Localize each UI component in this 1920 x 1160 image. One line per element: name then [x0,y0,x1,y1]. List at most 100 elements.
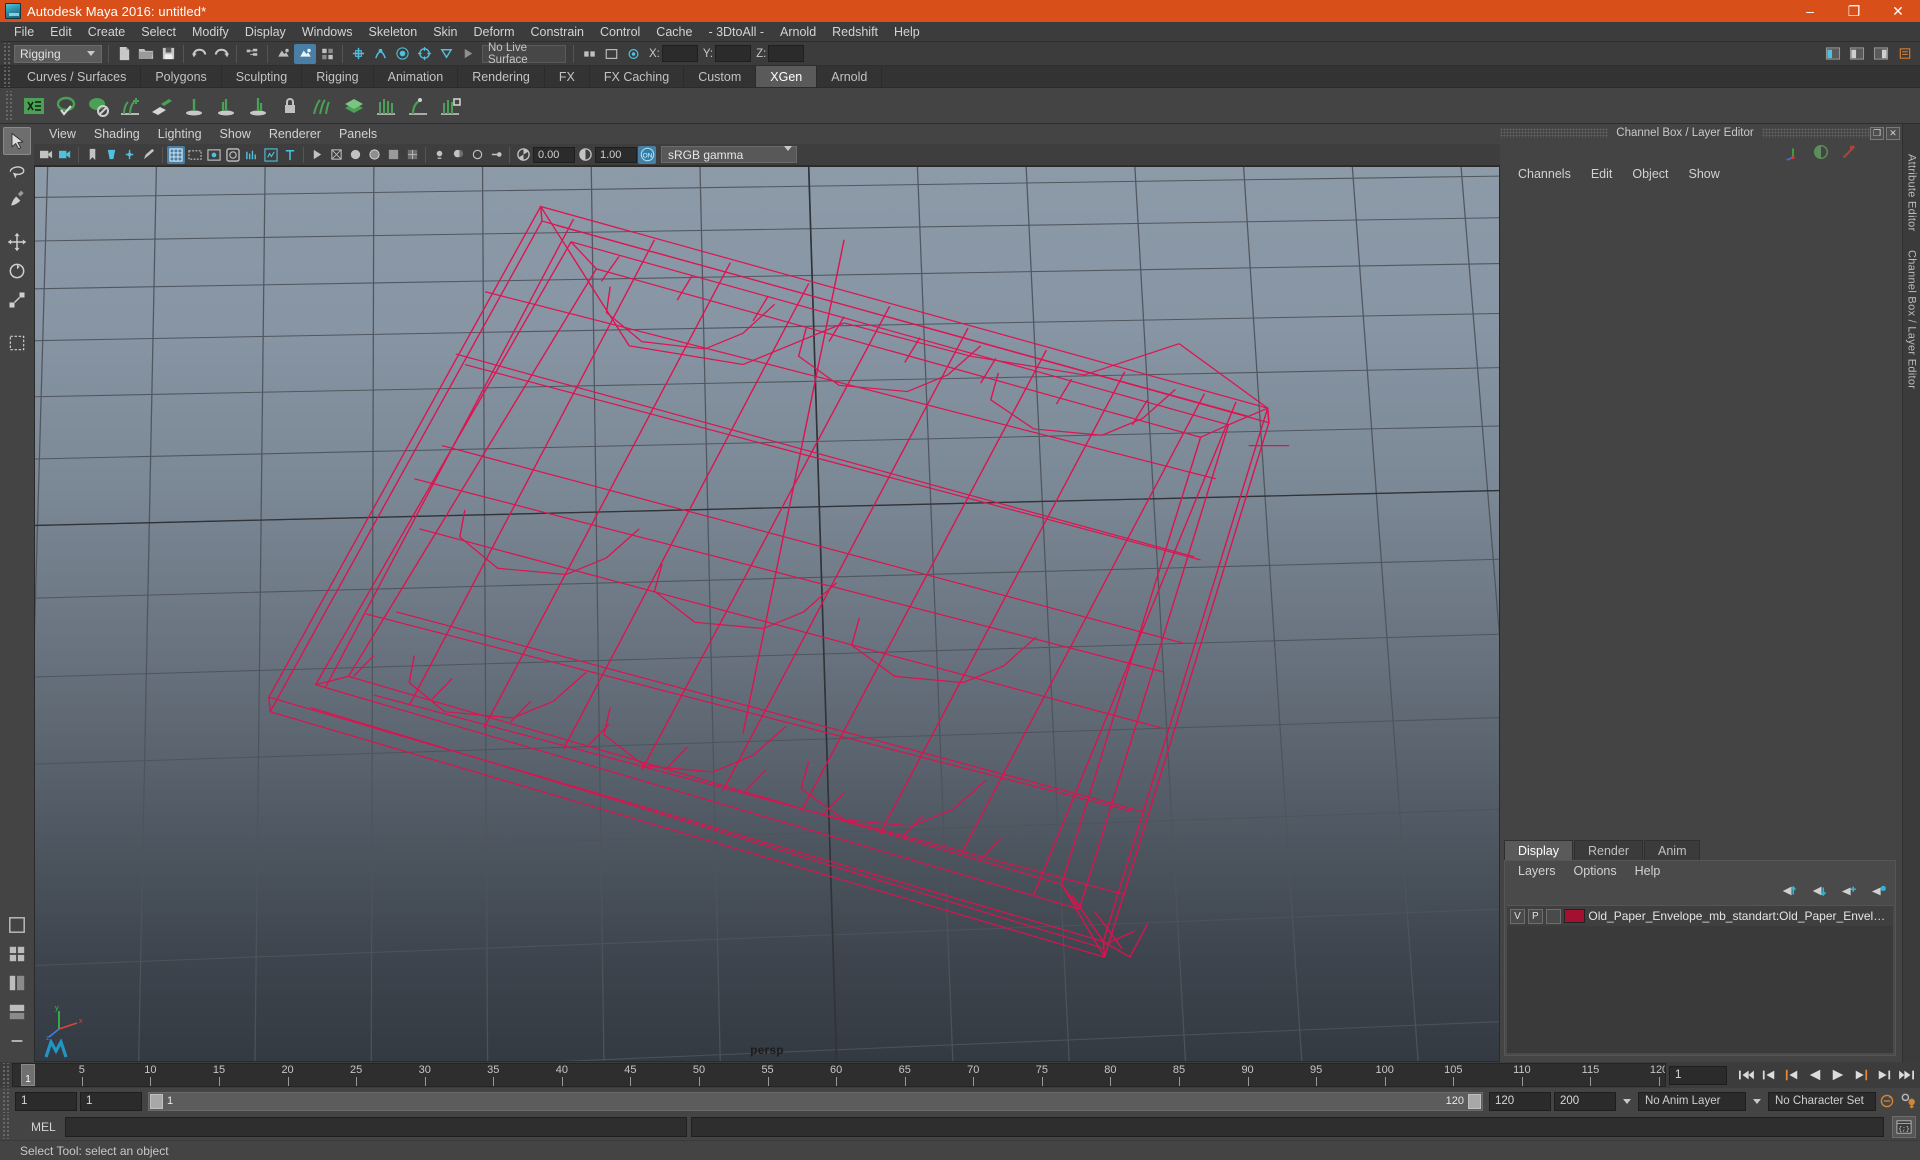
perspective-viewport[interactable]: y x z persp [34,166,1500,1062]
coord-y-field[interactable] [715,45,752,62]
status-line-grip[interactable] [2,42,11,65]
viewport-menu-lighting[interactable]: Lighting [149,124,211,144]
exposure-field[interactable]: 0.00 [533,146,575,163]
animation-start-field[interactable]: 1 [15,1091,77,1111]
go-to-end-button[interactable] [1896,1065,1917,1086]
half-circle-toggle-icon[interactable] [1812,143,1830,164]
command-output-field[interactable] [691,1117,1884,1137]
menu-set-selector[interactable]: Rigging [14,44,102,63]
step-back-frame-button[interactable] [1781,1065,1802,1086]
maximize-button[interactable]: ❐ [1832,0,1876,22]
menu-skin[interactable]: Skin [425,22,465,42]
move-layer-down-button[interactable] [1809,884,1827,901]
tab-anim-layers[interactable]: Anim [1644,840,1701,860]
shelf-tab-rigging[interactable]: Rigging [302,66,374,87]
xgen-sculpt-guide-icon[interactable] [403,91,433,121]
xgen-collection-icon[interactable] [339,91,369,121]
xgen-editor-icon[interactable] [19,91,49,121]
shading-wireframe-icon[interactable] [327,146,345,164]
tab-render-layers[interactable]: Render [1574,840,1643,860]
undo-button[interactable] [188,44,210,64]
menu-redshift[interactable]: Redshift [824,22,886,42]
command-language-label[interactable]: MEL [17,1120,61,1134]
range-end-handle[interactable] [1468,1093,1481,1109]
layer-list[interactable]: V P Old_Paper_Envelope_mb_standart:Old_P… [1507,905,1893,1053]
show-channel-box-button[interactable] [1870,44,1892,64]
live-surface-field[interactable]: No Live Surface [482,42,566,66]
render-current-frame-button[interactable] [600,44,622,64]
xgen-clump-icon[interactable] [307,91,337,121]
shelf-tab-polygons[interactable]: Polygons [141,66,222,87]
open-scene-button[interactable] [135,44,157,64]
xgen-convert-to-polygons-icon[interactable] [435,91,465,121]
menu-create[interactable]: Create [80,22,134,42]
shelf-tab-rendering[interactable]: Rendering [458,66,545,87]
redo-button[interactable] [210,44,232,64]
grease-pencil-icon[interactable] [140,146,158,164]
anim-layer-field[interactable]: No Anim Layer [1638,1091,1746,1111]
menu-3dtoall[interactable]: - 3DtoAll - [700,22,772,42]
channelbox-menu-show[interactable]: Show [1679,164,1730,184]
tab-display-layers[interactable]: Display [1504,840,1573,860]
channelbox-menu-edit[interactable]: Edit [1581,164,1623,184]
command-line-grip[interactable] [1,1115,10,1139]
range-start-field[interactable]: 1 [80,1091,142,1111]
channel-box-content[interactable] [1500,184,1902,840]
textured-icon[interactable] [403,146,421,164]
layer-display-type-toggle[interactable] [1545,908,1561,924]
move-layer-up-button[interactable] [1779,884,1797,901]
create-layer-from-selected-button[interactable] [1869,884,1887,901]
shading-smooth-icon[interactable] [346,146,364,164]
viewport-menu-panels[interactable]: Panels [330,124,386,144]
xgen-guides-icon[interactable] [371,91,401,121]
xgen-groom-brush-icon[interactable] [179,91,209,121]
gate-mask-icon[interactable] [224,146,242,164]
current-frame-field[interactable]: 1 [1669,1065,1727,1085]
select-by-component-mode-button[interactable] [316,44,338,64]
speed-ramp-icon[interactable] [1840,143,1858,164]
step-back-keyframe-button[interactable] [1758,1065,1779,1086]
quick-layout-outliner-persp-button[interactable] [3,969,31,997]
exposure-icon[interactable] [262,146,280,164]
show-attribute-editor-button[interactable] [1822,44,1844,64]
minimize-button[interactable]: – [1788,0,1832,22]
menu-skeleton[interactable]: Skeleton [361,22,426,42]
step-forward-keyframe-button[interactable] [1873,1065,1894,1086]
select-by-object-type-button[interactable] [272,44,294,64]
viewport-menu-renderer[interactable]: Renderer [260,124,330,144]
animation-preferences-button[interactable] [1898,1092,1920,1111]
menu-constrain[interactable]: Constrain [523,22,593,42]
new-scene-button[interactable] [113,44,135,64]
vertical-tab-channel-box-layer-editor[interactable]: Channel Box / Layer Editor [1906,246,1918,393]
play-forwards-button[interactable] [1827,1065,1848,1086]
menu-select[interactable]: Select [133,22,184,42]
select-tool-button[interactable] [3,127,31,155]
motion-blur-icon[interactable] [487,146,505,164]
menu-edit[interactable]: Edit [42,22,80,42]
command-input-field[interactable] [65,1117,687,1137]
quick-layout-four-view-button[interactable] [3,940,31,968]
menu-modify[interactable]: Modify [184,22,237,42]
range-slider-grip[interactable] [1,1089,10,1113]
shelf-grip[interactable] [2,67,11,87]
undock-panel-button[interactable]: ❐ [1870,126,1885,140]
snap-to-projected-center-button[interactable] [413,44,435,64]
ipr-render-button[interactable] [622,44,644,64]
character-set-field[interactable]: No Character Set [1768,1091,1876,1111]
go-to-start-button[interactable] [1735,1065,1756,1086]
time-slider-cursor[interactable]: 1 [21,1064,35,1086]
select-by-component-type-button[interactable] [294,43,316,64]
range-slider-track[interactable]: 1 120 [148,1091,1483,1111]
gamma-field[interactable]: 1.00 [595,146,637,163]
view-transform-selector[interactable]: sRGB gamma [661,146,797,165]
toggle-history-button[interactable] [578,44,600,64]
text-overlay-icon[interactable] [281,146,299,164]
range-start-handle[interactable] [150,1093,163,1109]
time-slider-grip[interactable] [1,1063,10,1087]
layer-visibility-toggle[interactable]: V [1510,908,1525,924]
menu-control[interactable]: Control [592,22,648,42]
close-panel-button[interactable]: ✕ [1886,126,1901,140]
coord-z-field[interactable] [768,45,805,62]
rotate-tool-button[interactable] [3,257,31,285]
lasso-select-tool-button[interactable] [3,156,31,184]
